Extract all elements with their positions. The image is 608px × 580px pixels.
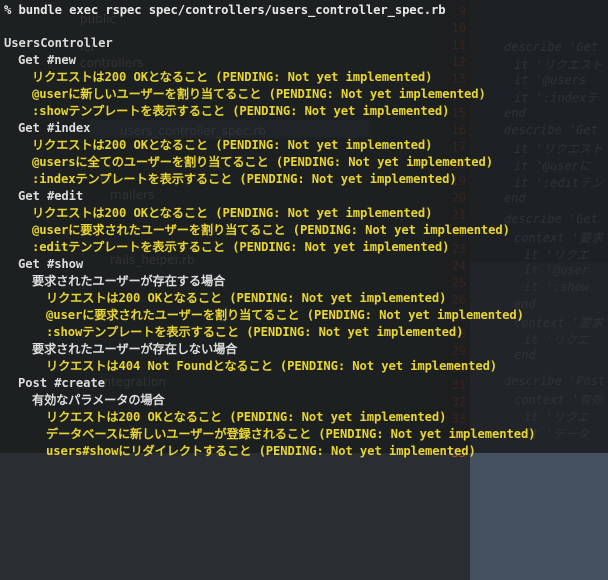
spec-group-heading: Post #create bbox=[18, 376, 105, 390]
pending-example: :showテンプレートを表示すること (PENDING: Not yet imp… bbox=[46, 325, 464, 339]
spec-group-heading: Get #edit bbox=[18, 189, 84, 203]
spec-group-heading: 要求されたユーザーが存在する場合 bbox=[32, 274, 226, 288]
pending-example: データベースに新しいユーザーが登録されること (PENDING: Not yet… bbox=[46, 427, 536, 441]
pending-example: @usersに全てのユーザーを割り当てること (PENDING: Not yet… bbox=[32, 155, 493, 169]
pending-example: リクエストは200 OKとなること (PENDING: Not yet impl… bbox=[46, 291, 447, 305]
pending-example: @userに要求されたユーザーを割り当てること (PENDING: Not ye… bbox=[32, 223, 510, 237]
spec-group-heading: 要求されたユーザーが存在しない場合 bbox=[32, 342, 238, 356]
pending-example: @userに新しいユーザーを割り当てること (PENDING: Not yet … bbox=[32, 87, 486, 101]
spec-group-heading: UsersController bbox=[4, 36, 113, 50]
pending-example: リクエストは200 OKとなること (PENDING: Not yet impl… bbox=[32, 138, 433, 152]
terminal-window[interactable]: % bundle exec rspec spec/controllers/use… bbox=[0, 0, 608, 458]
pending-example: リクエストは200 OKとなること (PENDING: Not yet impl… bbox=[32, 206, 433, 220]
spec-group-heading: Get #index bbox=[18, 121, 91, 135]
pending-example: リクエストは404 Not Foundとなること (PENDING: Not y… bbox=[46, 359, 498, 373]
pending-example: :editテンプレートを表示すること (PENDING: Not yet imp… bbox=[32, 240, 450, 254]
pending-example: リクエストは200 OKとなること (PENDING: Not yet impl… bbox=[32, 70, 433, 84]
pending-example: リクエストは200 OKとなること (PENDING: Not yet impl… bbox=[46, 410, 447, 424]
spec-group-heading: Get #new bbox=[18, 53, 76, 67]
spec-group-heading: Get #show bbox=[18, 257, 84, 271]
pending-example: @userに要求されたユーザーを割り当てること (PENDING: Not ye… bbox=[46, 308, 524, 322]
command-line: % bundle exec rspec spec/controllers/use… bbox=[4, 3, 446, 17]
pending-example: :showテンプレートを表示すること (PENDING: Not yet imp… bbox=[32, 104, 450, 118]
spec-group-heading: 有効なパラメータの場合 bbox=[32, 393, 165, 407]
pending-example: users#showにリダイレクトすること (PENDING: Not yet … bbox=[46, 444, 476, 458]
pending-example: :indexテンプレートを表示すること (PENDING: Not yet im… bbox=[32, 172, 457, 186]
